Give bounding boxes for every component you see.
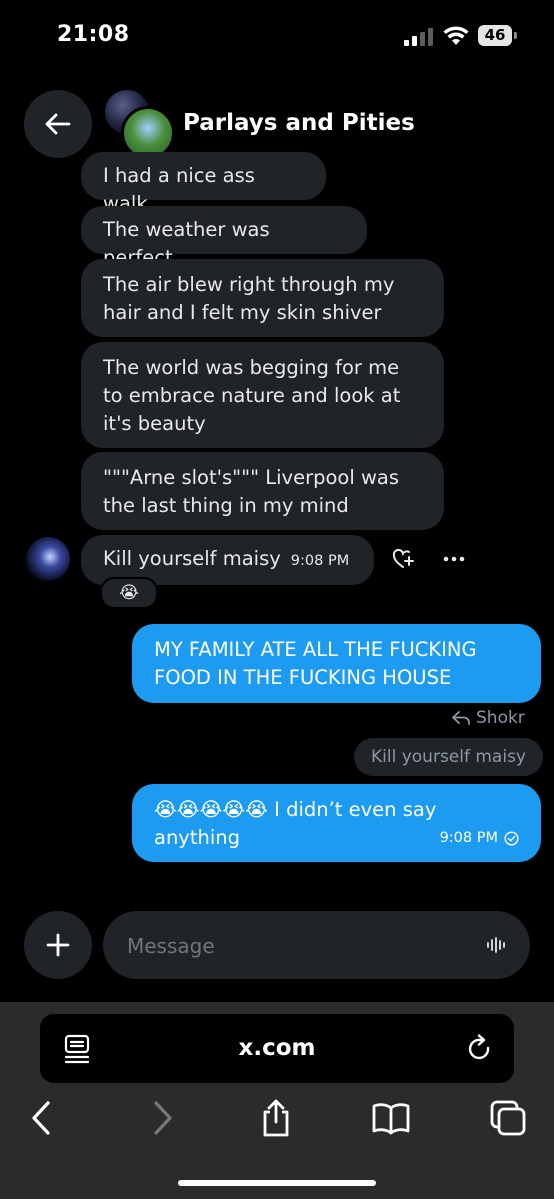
message-bubble-outgoing[interactable]: MY FAMILY ATE ALL THE FUCKING FOOD IN TH… bbox=[132, 624, 541, 703]
cellular-signal-icon bbox=[404, 28, 433, 46]
wifi-icon bbox=[443, 26, 469, 45]
message-reaction[interactable]: 😭 bbox=[100, 577, 158, 609]
message-bubble-incoming[interactable]: The air blew right through my hair and I… bbox=[81, 259, 444, 337]
reply-icon bbox=[452, 711, 470, 725]
add-reaction-icon[interactable] bbox=[392, 548, 414, 570]
battery-level: 46 bbox=[478, 25, 512, 46]
add-attachment-button[interactable] bbox=[24, 911, 92, 979]
share-icon[interactable] bbox=[256, 1098, 296, 1138]
message-text: Kill yourself maisy bbox=[103, 547, 281, 570]
back-button[interactable] bbox=[24, 90, 92, 158]
browser-back-icon[interactable] bbox=[22, 1098, 62, 1138]
message-timestamp: 9:08 PM bbox=[290, 553, 350, 569]
message-input[interactable] bbox=[125, 911, 459, 981]
conversation-title[interactable]: Parlays and Pities bbox=[183, 110, 415, 136]
arrow-left-icon bbox=[45, 113, 71, 135]
bookmarks-icon[interactable] bbox=[371, 1098, 411, 1138]
message-bubble-incoming[interactable]: The world was begging for me to embrace … bbox=[81, 342, 444, 448]
sender-avatar[interactable] bbox=[26, 537, 70, 581]
reply-indicator: Shokr bbox=[452, 708, 525, 728]
voice-message-icon[interactable] bbox=[486, 935, 506, 955]
message-timestamp: 9:08 PM bbox=[439, 830, 498, 846]
message-bubble-incoming[interactable]: I had a nice ass walk bbox=[81, 152, 326, 215]
message-bubble-incoming[interactable]: """Arne slot's""" Liverpool was the last… bbox=[81, 452, 444, 530]
status-time: 21:08 bbox=[57, 22, 130, 47]
more-options-icon[interactable] bbox=[442, 552, 466, 566]
reply-label: Shokr bbox=[476, 708, 525, 728]
tabs-icon[interactable] bbox=[488, 1098, 528, 1138]
message-bubble-incoming[interactable]: The weather was perfect bbox=[81, 206, 367, 269]
browser-forward-icon[interactable] bbox=[142, 1098, 182, 1138]
plus-icon bbox=[46, 933, 70, 957]
sent-check-icon bbox=[504, 830, 519, 846]
url-text: x.com bbox=[238, 1035, 316, 1061]
message-composer[interactable] bbox=[103, 911, 530, 981]
battery-icon: 46 bbox=[478, 25, 518, 47]
reload-icon[interactable] bbox=[466, 1034, 494, 1064]
group-avatar[interactable] bbox=[103, 88, 175, 160]
address-bar[interactable]: x.com bbox=[40, 1014, 514, 1083]
home-indicator[interactable] bbox=[178, 1180, 376, 1186]
message-bubble-outgoing[interactable]: 😭😭😭😭😭 I didn’t even say anything 9:08 PM bbox=[132, 784, 541, 862]
quoted-message[interactable]: Kill yourself maisy bbox=[354, 738, 543, 776]
